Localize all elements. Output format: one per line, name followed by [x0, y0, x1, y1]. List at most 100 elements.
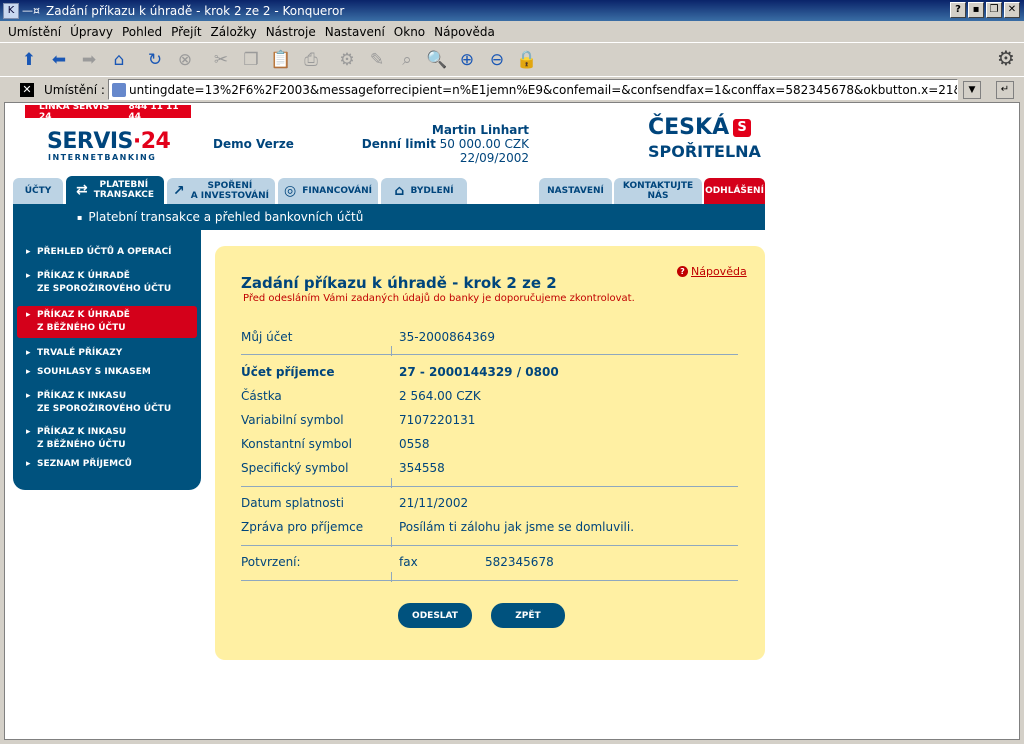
back-button[interactable]: ZPĚT [491, 603, 565, 628]
ks-label: Konstantní symbol [241, 437, 352, 451]
lm-label: Z BĚŽNÉHO ÚČTU [37, 323, 126, 333]
security-icon[interactable]: ⚙ [334, 47, 360, 73]
ss-value: 354558 [399, 461, 445, 475]
konqueror-icon[interactable]: K [3, 2, 19, 19]
tab-savings-label1: SPOŘENÍ [207, 181, 253, 191]
tab-logout[interactable]: ODHLÁŠENÍ [704, 178, 765, 204]
gear-icon[interactable]: ⚙ [994, 46, 1018, 70]
zoom-icon[interactable]: 🔍 [424, 47, 450, 73]
minimize-button[interactable]: ▪ [968, 2, 984, 18]
window-title: Zadání příkazu k úhradě - krok 2 ze 2 - … [46, 3, 345, 18]
bank-s-icon: S [733, 119, 752, 137]
tab-settings-label: NASTAVENÍ [547, 186, 604, 196]
menu-window[interactable]: Okno [394, 25, 425, 39]
current-date: 22/09/2002 [459, 151, 529, 165]
amount-label: Částka [241, 389, 282, 403]
cut-icon[interactable]: ✂ [208, 47, 234, 73]
brand-main: SERVIS [47, 129, 133, 154]
tab-contact-label: KONTAKTUJTE NÁS [622, 181, 694, 201]
vs-value: 7107220131 [399, 413, 476, 427]
back-arrow-icon[interactable]: ⬅ [46, 47, 72, 73]
tab-savings[interactable]: ↗ SPOŘENÍ A INVESTOVÁNÍ [167, 178, 275, 204]
tools-icon[interactable]: ✎ [364, 47, 390, 73]
bank-line1: ČESKÁ [648, 115, 730, 140]
page-title: Zadání příkazu k úhradě - krok 2 ze 2 [241, 274, 557, 292]
close-window-button[interactable]: ✕ [1004, 2, 1020, 18]
help-label: Nápověda [691, 265, 747, 278]
paste-icon[interactable]: 📋 [268, 47, 294, 73]
url-input[interactable]: untingdate=13%2F6%2F2003&messageforrecip… [108, 79, 958, 100]
lm-label: ZE SPOROŽIROVÉHO ÚČTU [37, 284, 172, 294]
lm-label: SOUHLASY S INKASEM [37, 367, 151, 377]
lock-icon[interactable]: 🔒 [514, 47, 540, 73]
maximize-button[interactable]: ❐ [986, 2, 1002, 18]
help-link[interactable]: ? Nápověda [677, 265, 747, 278]
hotline-banner: LINKA SERVIS 24 844 11 11 44 [25, 103, 191, 122]
reload-icon[interactable]: ↻ [142, 47, 168, 73]
stop-icon[interactable]: ⊗ [172, 47, 198, 73]
send-button[interactable]: ODESLAT [398, 603, 472, 628]
menu-standing-orders[interactable]: TRVALÉ PŘÍKAZY [13, 347, 201, 360]
limit-value: 50 000.00 CZK [439, 137, 529, 151]
tab-savings-label2: A INVESTOVÁNÍ [190, 191, 270, 201]
zoom-in-icon[interactable]: ⊕ [454, 47, 480, 73]
tab-financing[interactable]: ◎ FINANCOVÁNÍ [278, 178, 378, 204]
menu-accounts-overview[interactable]: PŘEHLED ÚČTŮ A OPERACÍ [13, 246, 201, 259]
chart-line-icon: ↗ [172, 183, 185, 199]
due-value: 21/11/2002 [399, 496, 469, 510]
menu-bookmarks[interactable]: Záložky [211, 25, 257, 39]
find-icon[interactable]: ⌕ [394, 47, 420, 73]
tab-accounts[interactable]: ÚČTY [13, 178, 63, 204]
tab-payments[interactable]: ⇄ PLATEBNÍ TRANSAKCE [66, 176, 164, 204]
divider-line [241, 580, 738, 581]
pin-icon[interactable]: —¤ [22, 4, 40, 17]
home-icon[interactable]: ⌂ [106, 47, 132, 73]
left-menu: PŘEHLED ÚČTŮ A OPERACÍ PŘÍKAZ K ÚHRADĚ ZE… [13, 230, 201, 490]
clear-location-icon[interactable]: ✕ [20, 82, 34, 97]
up-arrow-icon[interactable]: ⬆ [16, 47, 42, 73]
menu-edit[interactable]: Úpravy [70, 25, 113, 39]
amount-value: 2 564.00 CZK [399, 389, 481, 403]
menu-view[interactable]: Pohled [122, 25, 162, 39]
tab-housing[interactable]: ⌂ BYDLENÍ [381, 178, 467, 204]
forward-arrow-icon[interactable]: ➡ [76, 47, 102, 73]
back-label: ZPĚT [515, 610, 541, 621]
tab-housing-label: BYDLENÍ [410, 186, 454, 196]
menu-help[interactable]: Nápověda [434, 25, 495, 39]
menu-bar: Umístění Úpravy Pohled Přejít Záložky Ná… [0, 21, 1024, 42]
menu-payment-savings[interactable]: PŘÍKAZ K ÚHRADĚ ZE SPOROŽIROVÉHO ÚČTU [13, 270, 201, 296]
menu-direct-debit-consents[interactable]: SOUHLASY S INKASEM [13, 366, 201, 379]
menu-payment-current[interactable]: PŘÍKAZ K ÚHRADĚ Z BĚŽNÉHO ÚČTU [17, 306, 197, 338]
lm-label: TRVALÉ PŘÍKAZY [37, 348, 123, 358]
divider-line [241, 545, 738, 546]
menu-collection-savings[interactable]: PŘÍKAZ K INKASU ZE SPOROŽIROVÉHO ÚČTU [13, 390, 201, 416]
zoom-out-icon[interactable]: ⊖ [484, 47, 510, 73]
send-label: ODESLAT [412, 610, 458, 621]
lm-label: Z BĚŽNÉHO ÚČTU [37, 440, 126, 450]
menu-settings[interactable]: Nastavení [325, 25, 385, 39]
url-dropdown-icon[interactable]: ▼ [963, 81, 981, 99]
vs-label: Variabilní symbol [241, 413, 344, 427]
brand-sub: INTERNETBANKING [48, 153, 157, 162]
lm-label: ZE SPOROŽIROVÉHO ÚČTU [37, 404, 172, 414]
menu-collection-current[interactable]: PŘÍKAZ K INKASU Z BĚŽNÉHO ÚČTU [13, 426, 201, 452]
confirm-label: Potvrzení: [241, 555, 301, 569]
my-account-value: 35-2000864369 [399, 330, 495, 344]
menu-location[interactable]: Umístění [8, 25, 61, 39]
message-value: Posílám ti zálohu jak jsme se domluvili. [399, 520, 635, 534]
print-icon[interactable]: ⎙ [298, 47, 324, 73]
go-icon[interactable]: ↵ [996, 81, 1014, 99]
message-label: Zpráva pro příjemce [241, 520, 364, 534]
menu-go[interactable]: Přejít [171, 25, 201, 39]
ks-value: 0558 [399, 437, 430, 451]
help-window-button[interactable]: ? [950, 2, 966, 18]
tab-settings[interactable]: NASTAVENÍ [539, 178, 612, 204]
menu-recipients-list[interactable]: SEZNAM PŘÍJEMCŮ [13, 458, 201, 471]
hotline-label: LINKA SERVIS 24 [39, 102, 110, 122]
location-bar: ✕ Umístění : untingdate=13%2F6%2F2003&me… [0, 76, 1024, 102]
copy-icon[interactable]: ❐ [238, 47, 264, 73]
menu-tools[interactable]: Nástroje [266, 25, 316, 39]
bank-line2: SPOŘITELNA [648, 142, 761, 161]
user-info: Martin Linhart Denní limit 50 000.00 CZK… [362, 123, 529, 165]
tab-contact[interactable]: KONTAKTUJTE NÁS [614, 178, 702, 204]
